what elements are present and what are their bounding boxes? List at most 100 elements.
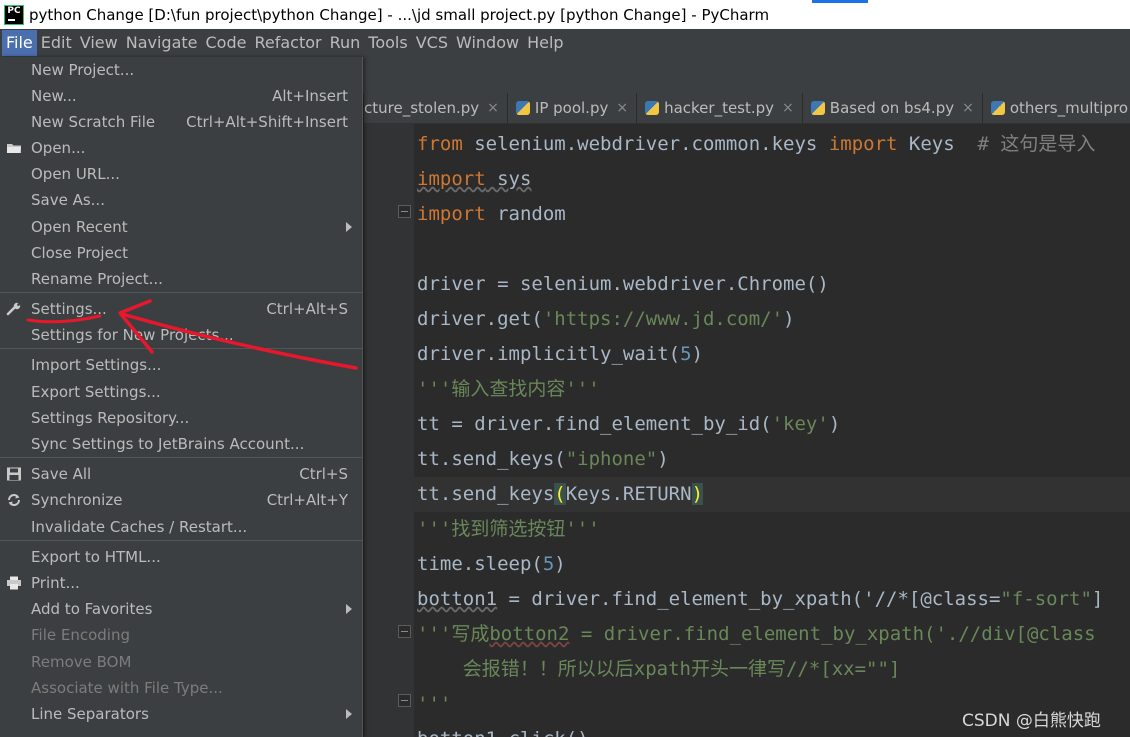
menu-item-label: Open... bbox=[31, 139, 86, 157]
submenu-arrow-icon bbox=[346, 604, 352, 614]
menu-item-label: Invalidate Caches / Restart... bbox=[31, 518, 248, 536]
code-line[interactable]: from selenium.webdriver.common.keys impo… bbox=[417, 127, 1095, 162]
code-line[interactable]: time.sleep(5) bbox=[417, 547, 566, 582]
file-menu-item-remove-bom[interactable]: Remove BOM bbox=[0, 649, 362, 675]
editor-tab[interactable]: IP pool.py × bbox=[508, 93, 638, 123]
editor-tab[interactable]: cture_stolen.py × bbox=[364, 93, 508, 123]
watermark: CSDN @白熊快跑 bbox=[962, 711, 1101, 731]
tab-label: Based on bs4.py bbox=[829, 99, 955, 117]
python-file-icon bbox=[515, 101, 530, 115]
menu-item-shortcut: Ctrl+Alt+S bbox=[266, 300, 348, 318]
close-tab-icon[interactable]: × bbox=[616, 100, 628, 116]
file-menu-item-rename-project[interactable]: Rename Project... bbox=[0, 266, 362, 292]
file-menu-item-open-url[interactable]: Open URL... bbox=[0, 161, 362, 187]
code-line[interactable]: ''' bbox=[417, 687, 451, 722]
file-menu-item-sync-settings-to-jetbrains-account[interactable]: Sync Settings to JetBrains Account... bbox=[0, 431, 362, 457]
menu-item-label: Settings... bbox=[31, 300, 107, 318]
code-line[interactable]: import sys bbox=[417, 162, 531, 197]
menu-item-label: Open URL... bbox=[31, 165, 120, 183]
file-menu-item-new-scratch-file[interactable]: New Scratch File Ctrl+Alt+Shift+Insert bbox=[0, 109, 362, 135]
menu-item-label: Remove BOM bbox=[31, 653, 132, 671]
menu-navigate[interactable]: Navigate bbox=[122, 30, 202, 56]
submenu-arrow-icon bbox=[346, 709, 352, 719]
menu-item-label: Import Settings... bbox=[31, 356, 162, 374]
menu-item-label: File Encoding bbox=[31, 626, 130, 644]
code-line[interactable]: 会报错！！所以以后xpath开头一律写//*[xx=""] bbox=[417, 652, 901, 687]
file-menu-item-invalidate-caches-restart[interactable]: Invalidate Caches / Restart... bbox=[0, 514, 362, 540]
fold-marker-icon[interactable] bbox=[398, 625, 411, 638]
menu-tools[interactable]: Tools bbox=[364, 30, 411, 56]
menu-separator bbox=[0, 457, 362, 458]
file-menu-item-export-to-html[interactable]: Export to HTML... bbox=[0, 544, 362, 570]
editor-tab[interactable]: hacker_test.py × bbox=[637, 93, 803, 123]
code-line[interactable]: tt = driver.find_element_by_id('key') bbox=[417, 407, 840, 442]
menu-separator bbox=[0, 348, 362, 349]
file-menu-item-synchronize[interactable]: Synchronize Ctrl+Alt+Y bbox=[0, 487, 362, 513]
code-line[interactable]: import random bbox=[417, 197, 566, 232]
editor-tabs: cture_stolen.py × IP pool.py × hacker_test.p… bbox=[364, 93, 1130, 124]
python-file-icon bbox=[810, 101, 825, 115]
close-tab-icon[interactable]: × bbox=[487, 100, 499, 116]
file-menu-item-close-project[interactable]: Close Project bbox=[0, 240, 362, 266]
submenu-arrow-icon bbox=[346, 222, 352, 232]
wrench-icon bbox=[6, 302, 21, 316]
file-menu-item-open[interactable]: Open... bbox=[0, 135, 362, 161]
file-menu-item-file-encoding[interactable]: File Encoding bbox=[0, 622, 362, 648]
menu-vcs[interactable]: VCS bbox=[412, 30, 452, 56]
file-menu-item-settings[interactable]: Settings... Ctrl+Alt+S bbox=[0, 296, 362, 322]
file-menu-item-open-recent[interactable]: Open Recent bbox=[0, 214, 362, 240]
menu-edit[interactable]: Edit bbox=[37, 30, 76, 56]
menu-code[interactable]: Code bbox=[202, 30, 251, 56]
menu-view[interactable]: View bbox=[76, 30, 122, 56]
file-menu-item-import-settings[interactable]: Import Settings... bbox=[0, 352, 362, 378]
menu-item-label: Save As... bbox=[31, 191, 105, 209]
folder-icon bbox=[7, 144, 21, 153]
menu-help[interactable]: Help bbox=[523, 30, 567, 56]
tab-label: hacker_test.py bbox=[664, 99, 775, 117]
code-line[interactable]: '''输入查找内容''' bbox=[417, 372, 600, 407]
editor-tab[interactable]: Based on bs4.py × bbox=[803, 93, 983, 123]
file-menu-item-save-all[interactable]: Save All Ctrl+S bbox=[0, 461, 362, 487]
code-line[interactable]: tt.send_keys("iphone") bbox=[417, 442, 669, 477]
fold-marker-icon[interactable] bbox=[398, 205, 411, 218]
file-menu-item-line-separators[interactable]: Line Separators bbox=[0, 701, 362, 727]
menu-run[interactable]: Run bbox=[326, 30, 365, 56]
file-menu-item-new[interactable]: New... Alt+Insert bbox=[0, 83, 362, 109]
editor-tab[interactable]: others_multipro bbox=[983, 93, 1130, 123]
menu-item-label: Export Settings... bbox=[31, 383, 161, 401]
file-menu-item-settings-repository[interactable]: Settings Repository... bbox=[0, 405, 362, 431]
menu-item-label: Close Project bbox=[31, 244, 128, 262]
menu-item-label: Settings Repository... bbox=[31, 409, 190, 427]
menu-refactor[interactable]: Refactor bbox=[250, 30, 325, 56]
file-menu-item-associate-with-file-type[interactable]: Associate with File Type... bbox=[0, 675, 362, 701]
close-tab-icon[interactable]: × bbox=[962, 100, 974, 116]
menu-item-label: Associate with File Type... bbox=[31, 679, 223, 697]
tab-label: others_multipro bbox=[1009, 99, 1128, 117]
menu-item-label: Rename Project... bbox=[31, 270, 163, 288]
menu-bar: File Edit View Navigate Code Refactor Run Tools… bbox=[0, 29, 1130, 57]
code-line[interactable]: driver = selenium.webdriver.Chrome() bbox=[417, 267, 829, 302]
code-editor[interactable]: from selenium.webdriver.common.keys impo… bbox=[414, 124, 1130, 737]
file-menu-item-settings-for-new-projects[interactable]: Settings for New Projects... bbox=[0, 322, 362, 348]
code-line[interactable]: '''写成botton2 = driver.find_element_by_xp… bbox=[417, 617, 1096, 652]
code-line[interactable]: driver.implicitly_wait(5) bbox=[417, 337, 703, 372]
code-line[interactable]: botton1.click() bbox=[417, 722, 589, 737]
menu-window[interactable]: Window bbox=[452, 30, 523, 56]
file-menu-item-new-project[interactable]: New Project... bbox=[0, 57, 362, 83]
code-line[interactable]: driver.get('https://www.jd.com/') bbox=[417, 302, 795, 337]
file-menu-item-print[interactable]: Print... bbox=[0, 570, 362, 596]
menu-item-label: Sync Settings to JetBrains Account... bbox=[31, 435, 305, 453]
file-menu-item-save-as[interactable]: Save As... bbox=[0, 187, 362, 213]
file-menu-item-add-to-favorites[interactable]: Add to Favorites bbox=[0, 596, 362, 622]
menu-item-label: Open Recent bbox=[31, 218, 128, 236]
menu-file[interactable]: File bbox=[2, 30, 37, 56]
menu-item-label: Export to HTML... bbox=[31, 548, 161, 566]
code-line[interactable]: tt.send_keys(Keys.RETURN) bbox=[414, 477, 1130, 512]
code-line[interactable]: botton1 = driver.find_element_by_xpath('… bbox=[417, 582, 1103, 617]
fold-marker-icon[interactable] bbox=[398, 694, 411, 707]
file-menu-item-export-settings[interactable]: Export Settings... bbox=[0, 379, 362, 405]
close-tab-icon[interactable]: × bbox=[782, 100, 794, 116]
code-line[interactable]: '''找到筛选按钮''' bbox=[417, 512, 600, 547]
menu-item-shortcut: Ctrl+Alt+Shift+Insert bbox=[186, 113, 348, 131]
window-title-bar: PC python Change [D:\fun project\python … bbox=[0, 0, 1130, 29]
